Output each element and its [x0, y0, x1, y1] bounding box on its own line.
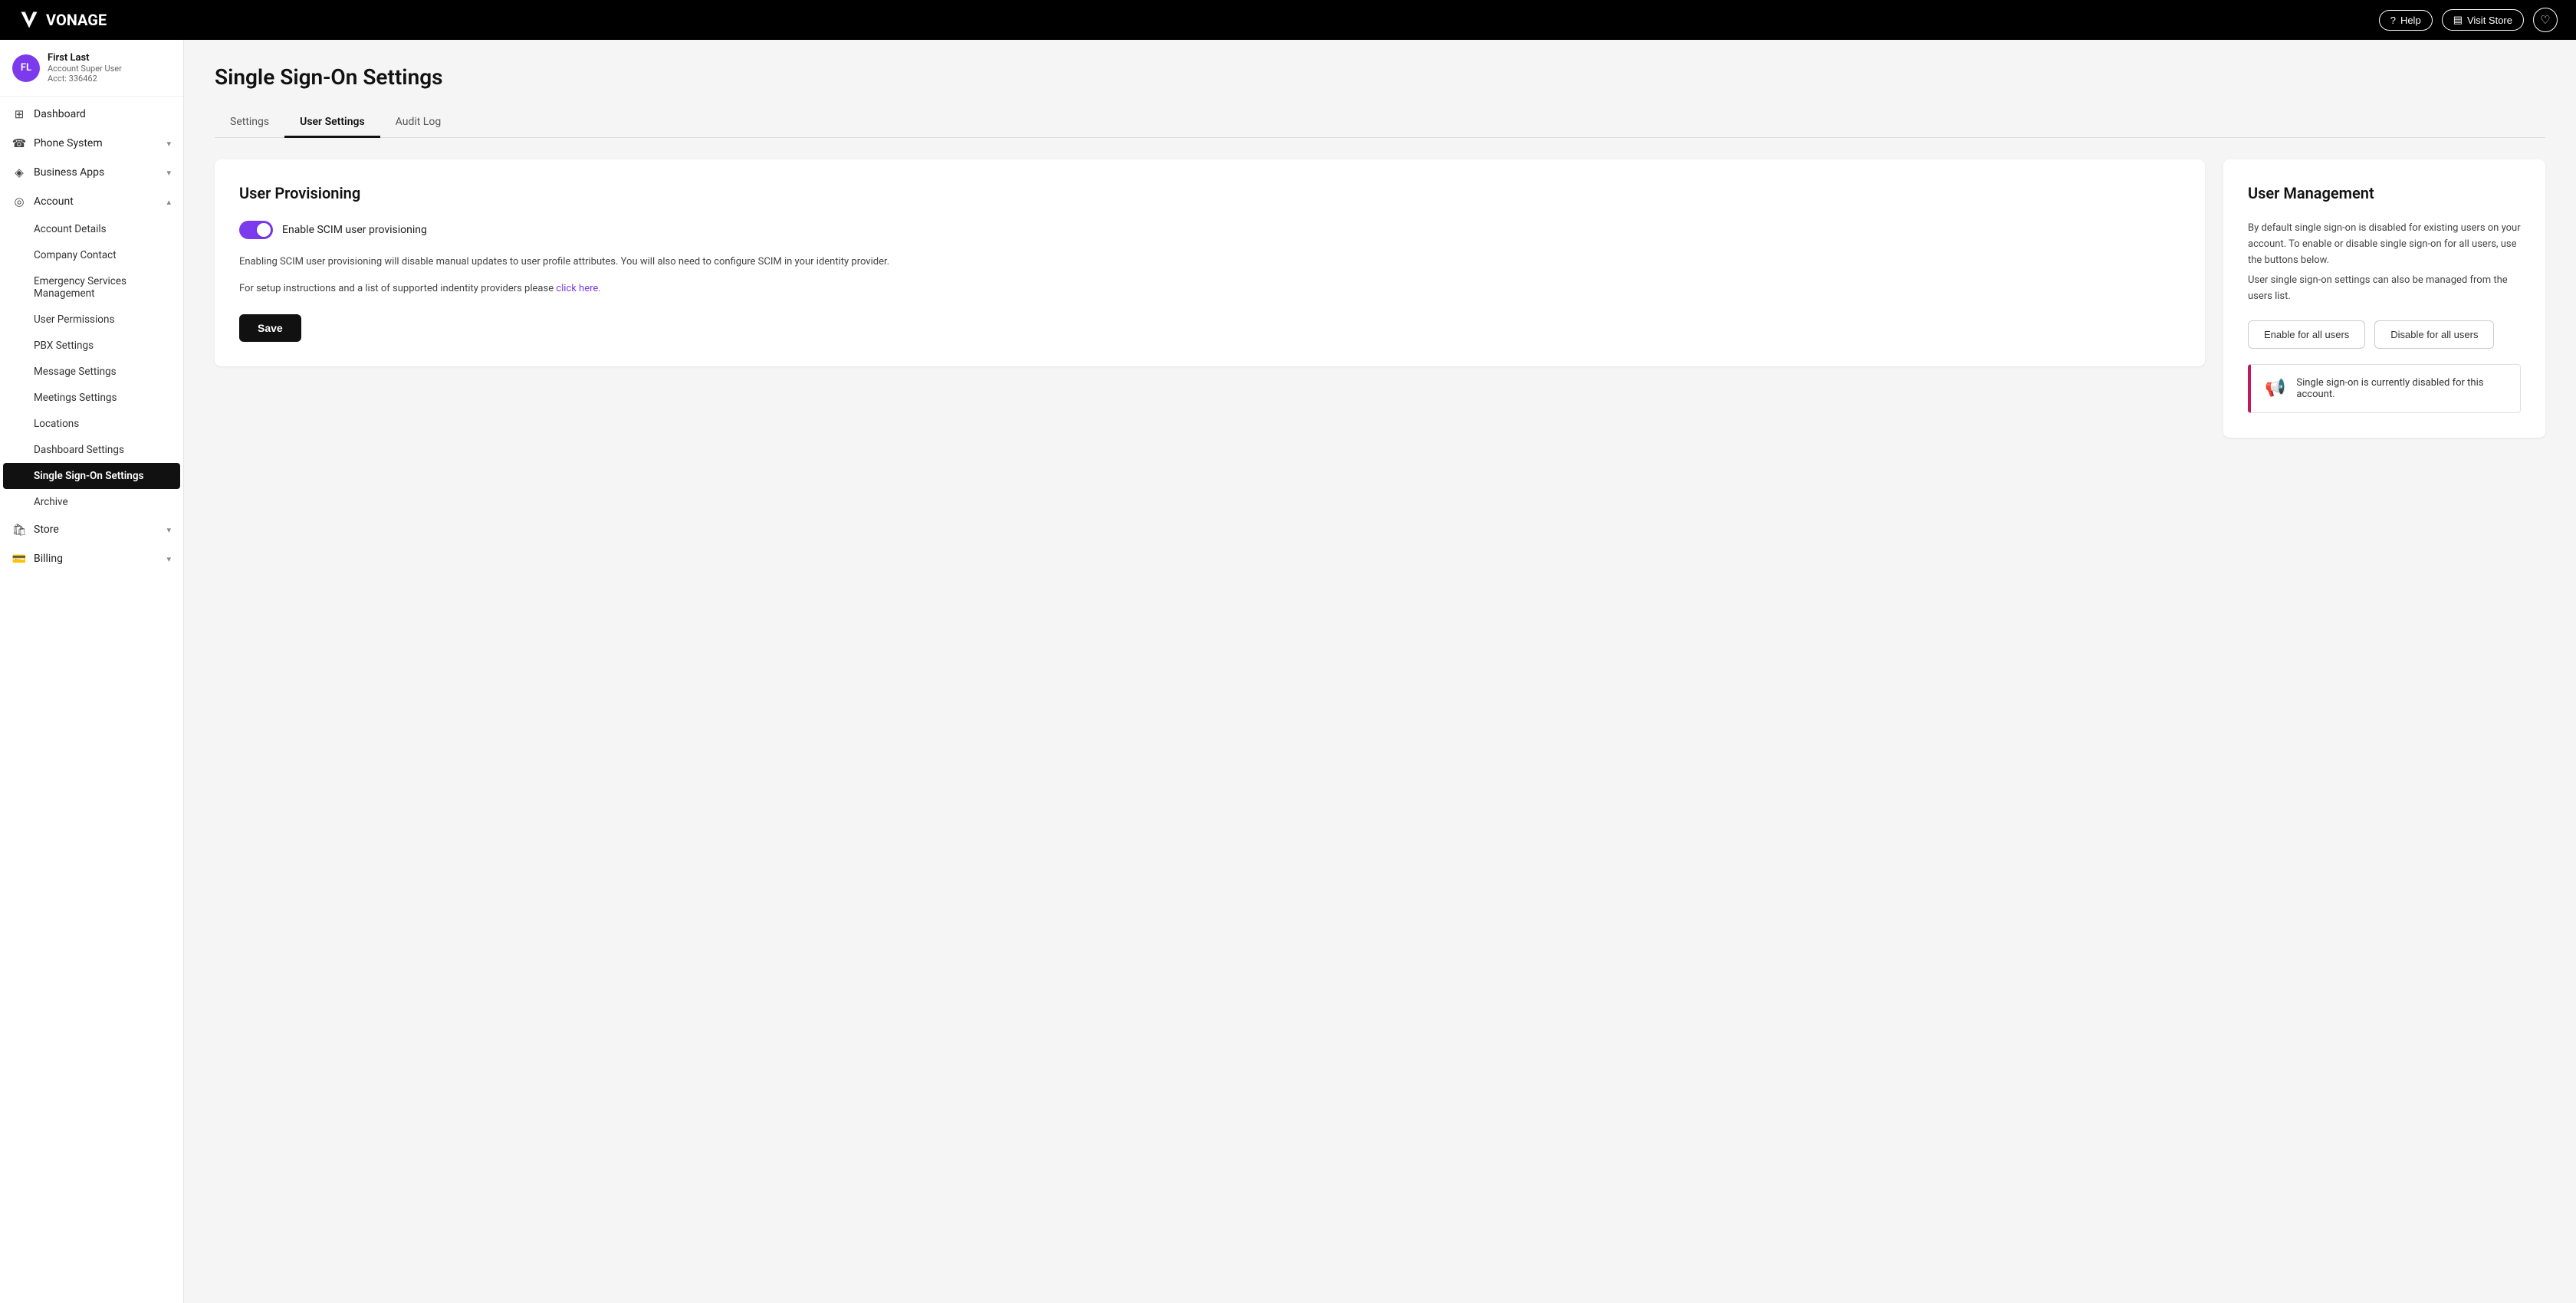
account-chevron: ▴ [166, 197, 171, 207]
sidebar-item-company-contact[interactable]: Company Contact [0, 242, 183, 268]
user-management-title: User Management [2248, 184, 2521, 202]
user-name: First Last [48, 52, 122, 64]
store-nav-icon: 🛍 [12, 523, 26, 537]
click-here-link[interactable]: click here. [556, 283, 600, 294]
sidebar-user-profile: FL First Last Account Super User Acct: 3… [0, 40, 183, 97]
scim-toggle-row: Enable SCIM user provisioning [239, 221, 2180, 239]
provisioning-desc2: For setup instructions and a list of sup… [239, 281, 2180, 297]
user-account: Acct: 336462 [48, 74, 122, 84]
visit-store-button[interactable]: ▤ Visit Store [2442, 9, 2524, 31]
tab-audit-log[interactable]: Audit Log [380, 108, 457, 138]
nav-item-phone-system[interactable]: ☎ Phone System ▾ [0, 129, 183, 158]
scim-toggle[interactable] [239, 221, 273, 239]
nav-label-phone-system: Phone System [34, 137, 103, 149]
main-nav: ⊞ Dashboard ☎ Phone System ▾ ◈ Business … [0, 97, 183, 576]
um-description1: By default single sign-on is disabled fo… [2248, 221, 2521, 268]
page-tabs: Settings User Settings Audit Log [215, 108, 2545, 138]
sidebar: FL First Last Account Super User Acct: 3… [0, 40, 184, 1303]
store-chevron: ▾ [166, 525, 171, 535]
store-icon: ▤ [2453, 14, 2463, 26]
dashboard-icon: ⊞ [12, 107, 26, 121]
nav-label-account: Account [34, 195, 74, 208]
toggle-knob [257, 223, 271, 237]
nav-item-billing[interactable]: 💳 Billing ▾ [0, 544, 183, 573]
favorites-button[interactable]: ♡ [2533, 8, 2558, 32]
user-role: Account Super User [48, 64, 122, 74]
disable-all-users-button[interactable]: Disable for all users [2374, 320, 2494, 349]
vonage-logo-icon [18, 9, 40, 31]
main-content: Single Sign-On Settings Settings User Se… [184, 40, 2576, 1303]
account-icon: ◎ [12, 195, 26, 208]
heart-icon: ♡ [2540, 13, 2550, 27]
nav-label-billing: Billing [34, 553, 63, 565]
user-provisioning-card: User Provisioning Enable SCIM user provi… [215, 159, 2205, 366]
megaphone-icon: 📢 [2265, 379, 2285, 398]
user-provisioning-title: User Provisioning [239, 184, 2180, 202]
help-button[interactable]: ? Help [2379, 10, 2433, 31]
scim-toggle-label: Enable SCIM user provisioning [282, 224, 427, 236]
user-management-card: User Management By default single sign-o… [2223, 159, 2545, 438]
nav-item-dashboard[interactable]: ⊞ Dashboard [0, 100, 183, 129]
nav-label-dashboard: Dashboard [34, 108, 86, 120]
sidebar-item-emergency-services[interactable]: Emergency Services Management [0, 268, 183, 307]
tab-user-settings[interactable]: User Settings [284, 108, 380, 138]
sidebar-item-meetings-settings[interactable]: Meetings Settings [0, 385, 183, 411]
sidebar-item-user-permissions[interactable]: User Permissions [0, 307, 183, 333]
sidebar-item-archive[interactable]: Archive [0, 489, 183, 515]
business-apps-icon: ◈ [12, 166, 26, 179]
enable-all-users-button[interactable]: Enable for all users [2248, 320, 2365, 349]
sidebar-item-message-settings[interactable]: Message Settings [0, 359, 183, 385]
business-apps-chevron: ▾ [166, 168, 171, 178]
sso-status-notice: 📢 Single sign-on is currently disabled f… [2248, 364, 2521, 413]
nav-item-account[interactable]: ◎ Account ▴ [0, 187, 183, 216]
nav-label-business-apps: Business Apps [34, 166, 104, 179]
billing-icon: 💳 [12, 552, 26, 566]
top-navigation: VONAGE ? Help ▤ Visit Store ♡ [0, 0, 2576, 40]
provisioning-desc1: Enabling SCIM user provisioning will dis… [239, 254, 2180, 271]
user-info: First Last Account Super User Acct: 3364… [48, 52, 122, 84]
sso-notice-text: Single sign-on is currently disabled for… [2296, 377, 2506, 400]
vonage-logo[interactable]: VONAGE [18, 9, 107, 31]
page-title: Single Sign-On Settings [215, 64, 2545, 90]
cards-container: User Provisioning Enable SCIM user provi… [215, 159, 2545, 438]
topnav-actions: ? Help ▤ Visit Store ♡ [2379, 8, 2558, 32]
um-button-group: Enable for all users Disable for all use… [2248, 320, 2521, 349]
billing-chevron: ▾ [166, 554, 171, 564]
um-description2: User single sign-on settings can also be… [2248, 273, 2521, 305]
sidebar-item-account-details[interactable]: Account Details [0, 216, 183, 242]
phone-system-chevron: ▾ [166, 139, 171, 149]
sidebar-item-pbx-settings[interactable]: PBX Settings [0, 333, 183, 359]
vonage-logo-text: VONAGE [46, 11, 107, 29]
avatar: FL [12, 54, 40, 82]
nav-label-store: Store [34, 523, 59, 536]
sidebar-item-single-sign-on[interactable]: Single Sign-On Settings [3, 463, 180, 489]
nav-item-store[interactable]: 🛍 Store ▾ [0, 515, 183, 544]
save-button[interactable]: Save [239, 314, 301, 342]
nav-item-business-apps[interactable]: ◈ Business Apps ▾ [0, 158, 183, 187]
sidebar-item-dashboard-settings[interactable]: Dashboard Settings [0, 437, 183, 463]
help-icon: ? [2390, 15, 2396, 26]
sidebar-item-locations[interactable]: Locations [0, 411, 183, 437]
tab-settings[interactable]: Settings [215, 108, 284, 138]
phone-icon: ☎ [12, 136, 26, 150]
